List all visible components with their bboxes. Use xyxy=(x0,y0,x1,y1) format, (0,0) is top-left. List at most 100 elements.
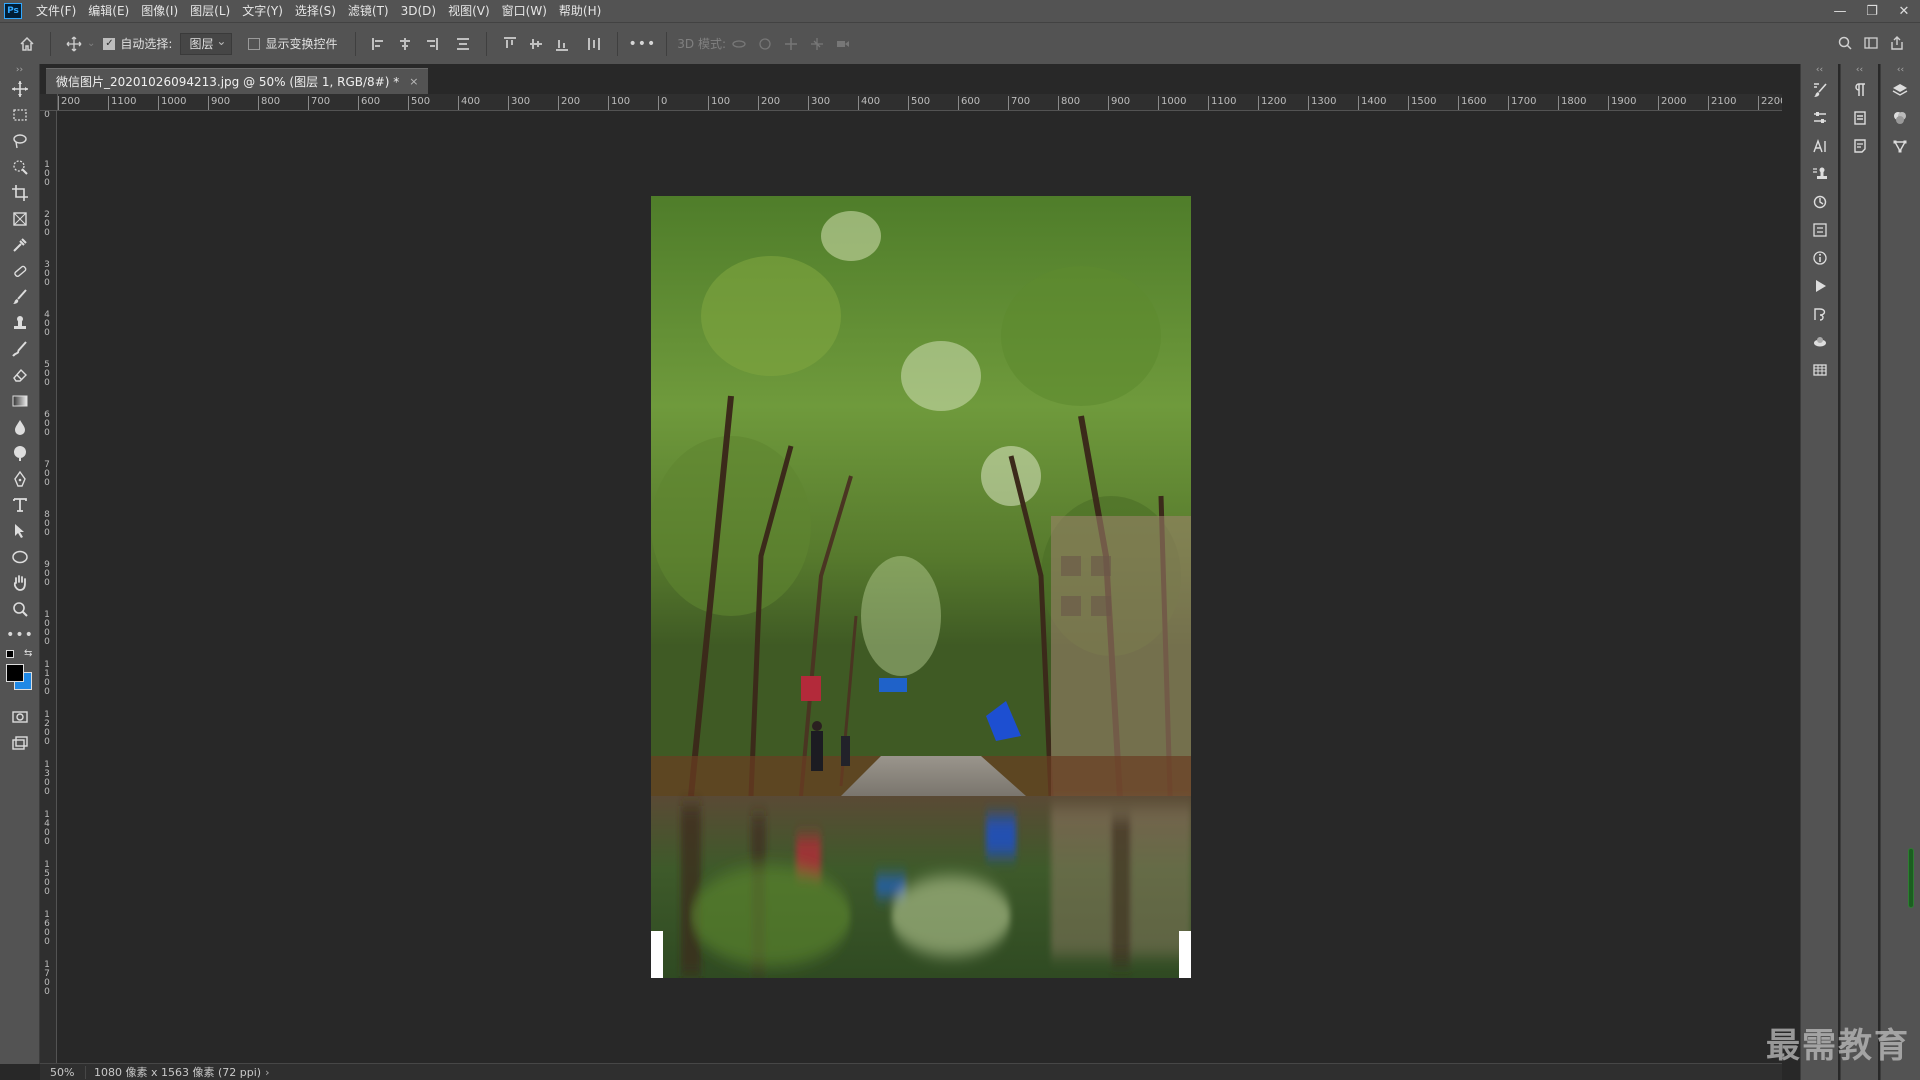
timeline-table-icon[interactable] xyxy=(1801,356,1839,384)
crop-tool-icon[interactable] xyxy=(0,180,40,206)
ruler-corner[interactable] xyxy=(40,94,58,111)
adjustments-slider-icon[interactable] xyxy=(1801,104,1839,132)
search-icon[interactable] xyxy=(1834,32,1856,54)
document-tab[interactable]: 微信图片_20201026094213.jpg @ 50% (图层 1, RGB… xyxy=(46,68,429,94)
document-info[interactable]: 1080 像素 x 1563 像素 (72 ppi) xyxy=(86,1064,261,1080)
share-icon[interactable] xyxy=(1886,32,1908,54)
quick-select-tool-icon[interactable] xyxy=(0,154,40,180)
auto-select-option[interactable]: ✓ 自动选择: xyxy=(103,35,172,52)
healing-brush-tool-icon[interactable] xyxy=(0,258,40,284)
brush-tool-icon[interactable] xyxy=(0,284,40,310)
pen-tool-icon[interactable] xyxy=(0,466,40,492)
3d-orbit-icon[interactable] xyxy=(728,33,750,55)
blur-tool-icon[interactable] xyxy=(0,414,40,440)
history-brush-tool-icon[interactable] xyxy=(0,336,40,362)
close-icon[interactable]: ✕ xyxy=(1888,0,1920,22)
paths-panel-icon[interactable] xyxy=(1881,132,1919,160)
expand-tools-icon[interactable]: ›› xyxy=(0,64,39,76)
collapse-panels-icon[interactable]: ‹‹ xyxy=(1801,64,1838,76)
ellipse-tool-icon[interactable] xyxy=(0,544,40,570)
zoom-tool-icon[interactable] xyxy=(0,596,40,622)
eyedropper-tool-icon[interactable] xyxy=(0,232,40,258)
marquee-tool-icon[interactable] xyxy=(0,102,40,128)
menu-window[interactable]: 窗口(W) xyxy=(496,0,553,22)
glyphs-icon[interactable] xyxy=(1801,216,1839,244)
distribute-horizontal-icon[interactable] xyxy=(583,33,605,55)
menu-image[interactable]: 图像(I) xyxy=(135,0,184,22)
history-icon[interactable] xyxy=(1801,188,1839,216)
canvas-area[interactable] xyxy=(58,111,1782,1063)
eraser-tool-icon[interactable] xyxy=(0,362,40,388)
zoom-level[interactable]: 50% xyxy=(40,1065,86,1079)
ruler-tick-label: 300 xyxy=(508,96,530,110)
quick-mask-icon[interactable] xyxy=(0,704,40,730)
clone-stamp-tool-icon[interactable] xyxy=(0,310,40,336)
hand-tool-icon[interactable] xyxy=(0,570,40,596)
show-transform-checkbox[interactable] xyxy=(248,37,261,50)
channels-icon[interactable] xyxy=(1881,104,1919,132)
layers-icon[interactable] xyxy=(1881,76,1919,104)
paths-icon[interactable] xyxy=(1801,300,1839,328)
align-bottom-icon[interactable] xyxy=(551,33,573,55)
align-middle-v-icon[interactable] xyxy=(525,33,547,55)
minimize-icon[interactable]: — xyxy=(1824,0,1856,22)
menu-file[interactable]: 文件(F) xyxy=(30,0,82,22)
align-center-h-icon[interactable] xyxy=(394,33,416,55)
menu-filter[interactable]: 滤镜(T) xyxy=(342,0,395,22)
align-top-icon[interactable] xyxy=(499,33,521,55)
3d-slide-icon[interactable] xyxy=(806,33,828,55)
document-image[interactable] xyxy=(651,196,1191,978)
default-colors-icon[interactable] xyxy=(6,650,14,658)
frame-tool-icon[interactable] xyxy=(0,206,40,232)
restore-icon[interactable]: ❐ xyxy=(1856,0,1888,22)
show-transform-option[interactable]: 显示变换控件 xyxy=(248,35,337,52)
collapse-panels-icon[interactable]: ‹‹ xyxy=(1841,64,1878,76)
align-right-icon[interactable] xyxy=(420,33,442,55)
swap-colors-icon[interactable]: ⇆ xyxy=(24,648,32,659)
path-selection-tool-icon[interactable] xyxy=(0,518,40,544)
foreground-color-swatch[interactable] xyxy=(6,664,24,682)
3d-camera-icon[interactable] xyxy=(832,33,854,55)
gradient-tool-icon[interactable] xyxy=(0,388,40,414)
brush-settings-icon[interactable] xyxy=(1801,76,1839,104)
vertical-ruler[interactable]: 0 100 200 300 400 500 600 700 800 900 1000 1100 1200… xyxy=(40,111,57,1064)
actions-play-icon[interactable] xyxy=(1801,272,1839,300)
menu-view[interactable]: 视图(V) xyxy=(442,0,496,22)
menu-3d[interactable]: 3D(D) xyxy=(395,0,442,22)
chevron-right-icon[interactable]: › xyxy=(265,1066,269,1079)
more-options-button[interactable]: ••• xyxy=(628,36,656,52)
paragraph-icon[interactable] xyxy=(1841,76,1879,104)
3d-panel-icon[interactable] xyxy=(1801,328,1839,356)
menu-help[interactable]: 帮助(H) xyxy=(553,0,607,22)
3d-pan-icon[interactable] xyxy=(780,33,802,55)
collapse-panels-icon[interactable]: ‹‹ xyxy=(1881,64,1920,76)
dodge-tool-icon[interactable] xyxy=(0,440,40,466)
info-icon[interactable] xyxy=(1801,244,1839,272)
character-icon[interactable] xyxy=(1801,132,1839,160)
clone-source-icon[interactable] xyxy=(1801,160,1839,188)
lasso-tool-icon[interactable] xyxy=(0,128,40,154)
move-tool-icon[interactable] xyxy=(0,76,40,102)
menu-type[interactable]: 文字(Y) xyxy=(236,0,289,22)
menu-layer[interactable]: 图层(L) xyxy=(184,0,236,22)
chevron-down-icon[interactable]: ⌄ xyxy=(87,38,95,49)
menu-edit[interactable]: 编辑(E) xyxy=(82,0,135,22)
menu-select[interactable]: 选择(S) xyxy=(289,0,342,22)
more-tools-icon[interactable]: ••• xyxy=(0,622,40,648)
workspace-icon[interactable] xyxy=(1860,32,1882,54)
close-tab-icon[interactable]: × xyxy=(409,75,418,88)
horizontal-ruler[interactable]: 200 1100 1000 900 800 700 600 500 400 300 200 100 0 1… xyxy=(58,94,1782,111)
3d-roll-icon[interactable] xyxy=(754,33,776,55)
notes-icon[interactable] xyxy=(1841,132,1879,160)
screen-mode-icon[interactable] xyxy=(0,730,40,756)
type-tool-icon[interactable] xyxy=(0,492,40,518)
layer-select-dropdown[interactable]: 图层 xyxy=(180,31,233,55)
auto-select-checkbox[interactable]: ✓ xyxy=(103,37,116,50)
move-tool-icon[interactable] xyxy=(63,33,85,55)
home-icon[interactable] xyxy=(16,33,38,55)
distribute-vertical-icon[interactable] xyxy=(452,33,474,55)
ruler-tick-label: 900 xyxy=(208,96,230,110)
properties-icon[interactable] xyxy=(1841,104,1879,132)
panel-scrollbar[interactable] xyxy=(1908,848,1914,908)
align-left-icon[interactable] xyxy=(368,33,390,55)
